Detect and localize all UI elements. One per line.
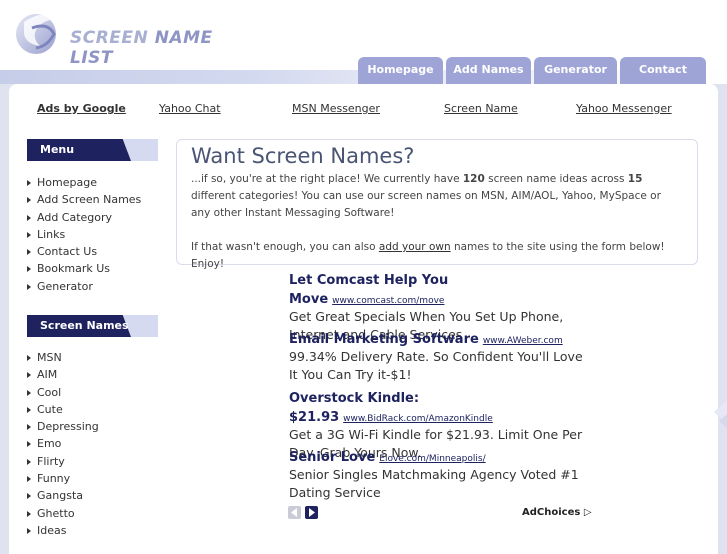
ad-url[interactable]: Elove.com/Minneapolis/ (379, 454, 485, 464)
category-flirty[interactable]: Flirty (27, 455, 99, 472)
screen-names-heading: Screen Names (27, 315, 158, 337)
tab-contact[interactable]: Contact (620, 57, 706, 84)
menu-heading: Menu (27, 139, 158, 161)
logo-swirl-icon (16, 14, 58, 54)
intro-paragraph: ...if so, you're at the right place! We … (191, 173, 661, 219)
screen-names-list: MSN AIM Cool Cute Depressing Emo Flirty … (27, 351, 99, 541)
category-depressing[interactable]: Depressing (27, 420, 99, 437)
ad-unit[interactable]: Email Marketing Software www.AWeber.com 9… (289, 328, 589, 383)
ad-link-yahoo-chat[interactable]: Yahoo Chat (159, 102, 221, 115)
ad-next-button[interactable] (305, 506, 318, 519)
category-funny[interactable]: Funny (27, 472, 99, 489)
tab-generator[interactable]: Generator (534, 57, 617, 84)
chevron-right-icon (309, 508, 315, 517)
add-your-own-link[interactable]: add your own (379, 241, 451, 253)
menu-item-bookmark-us[interactable]: Bookmark Us (27, 262, 141, 279)
page-title: Want Screen Names? (191, 144, 415, 168)
ads-by-google-link[interactable]: Ads by Google (37, 102, 126, 115)
ad-unit[interactable]: Senior Love Elove.com/Minneapolis/ Senior… (289, 446, 589, 501)
ad-description: 99.34% Delivery Rate. So Confident You'l… (289, 349, 583, 382)
ad-url[interactable]: www.BidRack.com/AmazonKindle (343, 414, 493, 424)
background-decoration (714, 400, 727, 428)
intro-box: Want Screen Names? ...if so, you're at t… (176, 139, 698, 270)
category-gangsta[interactable]: Gangsta (27, 489, 99, 506)
ad-url[interactable]: www.comcast.com/move (332, 296, 444, 306)
adchoices-link[interactable]: AdChoices ▷ (522, 507, 592, 518)
menu-item-generator[interactable]: Generator (27, 280, 141, 297)
chevron-left-icon (291, 508, 297, 517)
menu-item-add-category[interactable]: Add Category (27, 211, 141, 228)
tab-add-names[interactable]: Add Names (446, 57, 531, 84)
intro-paragraph-2: If that wasn't enough, you can also add … (191, 241, 665, 270)
menu-list: Homepage Add Screen Names Add Category L… (27, 176, 141, 297)
category-ghetto[interactable]: Ghetto (27, 507, 99, 524)
ad-title[interactable]: Senior Love (289, 450, 375, 465)
category-aim[interactable]: AIM (27, 368, 99, 385)
category-emo[interactable]: Emo (27, 437, 99, 454)
ad-title[interactable]: Email Marketing Software (289, 332, 479, 347)
ad-description: Senior Singles Matchmaking Agency Voted … (289, 467, 579, 500)
ad-url[interactable]: www.AWeber.com (483, 336, 563, 346)
menu-item-contact-us[interactable]: Contact Us (27, 245, 141, 262)
ad-link-msn-messenger[interactable]: MSN Messenger (292, 102, 380, 115)
ad-link-screen-name[interactable]: Screen Name (444, 102, 518, 115)
category-cute[interactable]: Cute (27, 403, 99, 420)
tab-homepage[interactable]: Homepage (358, 57, 443, 84)
ad-prev-button[interactable] (288, 506, 301, 519)
menu-item-homepage[interactable]: Homepage (27, 176, 141, 193)
menu-item-links[interactable]: Links (27, 228, 141, 245)
adchoices-icon: ▷ (583, 507, 592, 518)
category-ideas[interactable]: Ideas (27, 524, 99, 541)
header: SCREEN NAME LIST Homepage Add Names Gene… (0, 0, 727, 84)
menu-item-add-screen-names[interactable]: Add Screen Names (27, 193, 141, 210)
ad-link-yahoo-messenger[interactable]: Yahoo Messenger (576, 102, 672, 115)
ad-links-bar: Ads by Google Yahoo Chat MSN Messenger S… (9, 94, 718, 124)
category-msn[interactable]: MSN (27, 351, 99, 368)
logo-text: SCREEN NAME LIST (70, 28, 213, 68)
category-cool[interactable]: Cool (27, 386, 99, 403)
site-logo[interactable]: SCREEN NAME LIST (14, 4, 254, 68)
